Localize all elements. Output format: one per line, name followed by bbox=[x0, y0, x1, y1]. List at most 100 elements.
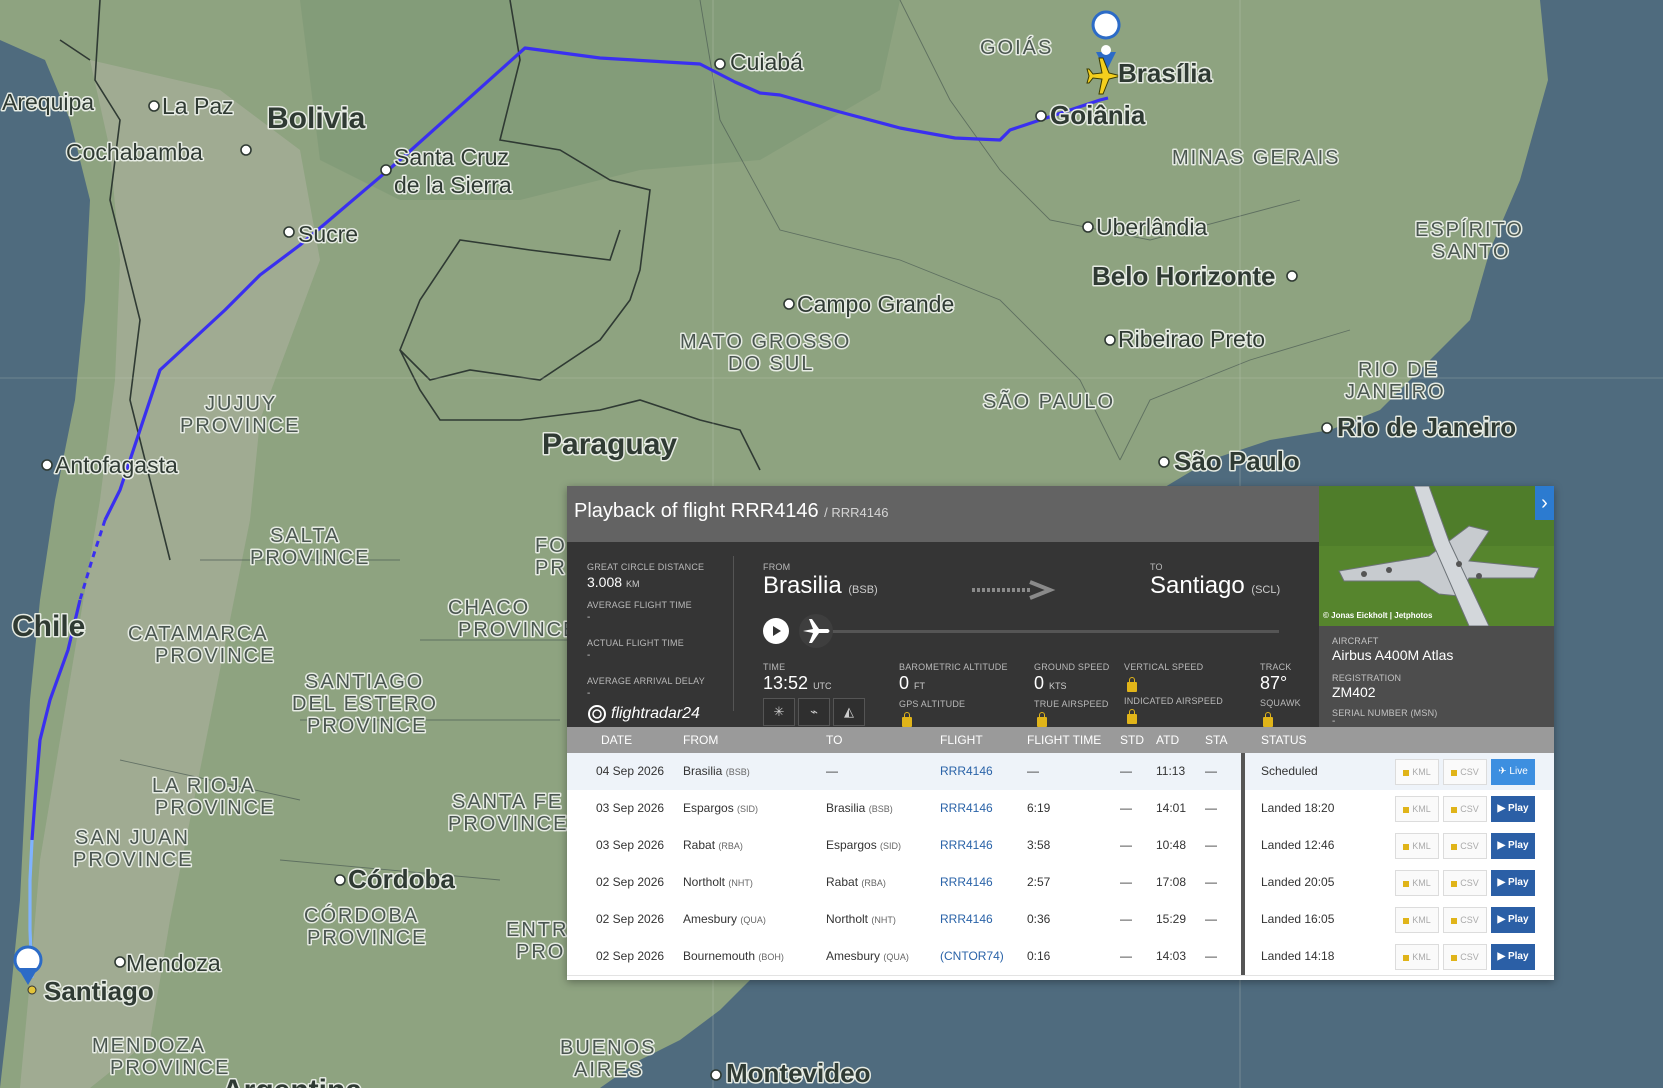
play-flight-button[interactable]: ▶ Play bbox=[1491, 944, 1535, 970]
table-row[interactable]: 02 Sep 2026 Amesbury (QUA) Northolt (NHT) R… bbox=[567, 901, 1554, 939]
cell-status: Landed 18:20 bbox=[1261, 801, 1335, 815]
playback-slider[interactable] bbox=[803, 630, 1279, 633]
cell-flight[interactable]: RRR4146 bbox=[940, 875, 993, 889]
cell-flight[interactable]: RRR4146 bbox=[940, 838, 993, 852]
gcd-value: 3.008 KM bbox=[587, 574, 640, 590]
status-divider bbox=[1241, 790, 1245, 827]
aircraft-photo[interactable]: © Jonas Eickholt | Jetphotos bbox=[1319, 486, 1554, 626]
csv-download-button[interactable]: CSV bbox=[1443, 796, 1487, 822]
track-label: TRACK bbox=[1260, 662, 1292, 672]
graph-button[interactable]: ◭ bbox=[833, 698, 865, 726]
col-flight-time: FLIGHT TIME bbox=[1027, 733, 1102, 747]
col-status: STATUS bbox=[1261, 733, 1307, 747]
lock-icon bbox=[1451, 769, 1458, 776]
label-region: PR bbox=[535, 557, 567, 579]
play-flight-button[interactable]: ▶ Play bbox=[1491, 796, 1535, 822]
collapse-panel-button[interactable]: › bbox=[1535, 486, 1554, 520]
from-label: FROM bbox=[763, 562, 791, 572]
cell-std: — bbox=[1120, 764, 1132, 778]
cell-flight-time: 2:57 bbox=[1027, 875, 1051, 889]
play-icon: ▶ bbox=[1497, 951, 1508, 962]
cell-flight[interactable]: RRR4146 bbox=[940, 764, 993, 778]
cell-to: Amesbury (QUA) bbox=[826, 949, 909, 963]
cell-status: Landed 12:46 bbox=[1261, 838, 1335, 852]
cell-from: Bournemouth (BOH) bbox=[683, 949, 784, 963]
label-region: PROVINCE bbox=[307, 715, 427, 737]
table-row[interactable]: 03 Sep 2026 Espargos (SID) Brasilia (BSB) R… bbox=[567, 790, 1554, 828]
aft-label: AVERAGE FLIGHT TIME bbox=[587, 600, 692, 610]
cell-flight[interactable]: (CNTOR74) bbox=[940, 949, 1004, 963]
label-region: ESPÍRITO bbox=[1415, 218, 1524, 241]
registration-value: ZM402 bbox=[1332, 684, 1376, 700]
cell-flight[interactable]: RRR4146 bbox=[940, 912, 993, 926]
csv-download-button[interactable]: CSV bbox=[1443, 870, 1487, 896]
cell-from: Northolt (NHT) bbox=[683, 875, 753, 889]
table-row[interactable]: 02 Sep 2026 Northolt (NHT) Rabat (RBA) RRR4… bbox=[567, 864, 1554, 902]
kml-download-button[interactable]: KML bbox=[1395, 870, 1439, 896]
table-row[interactable]: 04 Sep 2026 Brasilia (BSB) — RRR4146 — — 11:1… bbox=[567, 753, 1554, 791]
lock-icon bbox=[1037, 712, 1047, 727]
kml-download-button[interactable]: KML bbox=[1395, 759, 1439, 785]
kml-download-button[interactable]: KML bbox=[1395, 833, 1439, 859]
play-icon: ▶ bbox=[1497, 803, 1508, 814]
play-flight-button[interactable]: ▶ Play bbox=[1491, 833, 1535, 859]
label-city: La Paz bbox=[162, 93, 234, 119]
squawk-label: SQUAWK bbox=[1260, 698, 1301, 708]
cell-date: 03 Sep 2026 bbox=[596, 801, 665, 815]
label-country: Bolivia bbox=[267, 102, 366, 135]
label-city: Rio de Janeiro bbox=[1337, 412, 1516, 442]
table-row[interactable]: 02 Sep 2026 Bournemouth (BOH) Amesbury (QU… bbox=[567, 938, 1554, 976]
label-city: Santiago bbox=[44, 976, 154, 1006]
label-region: BUENOS bbox=[560, 1037, 656, 1059]
label-region: PROVINCE bbox=[155, 797, 275, 819]
slider-handle[interactable] bbox=[799, 614, 833, 648]
label-city: Arequipa bbox=[2, 89, 94, 115]
label-city: Belo Horizonte bbox=[1092, 261, 1275, 291]
play-icon: ▶ bbox=[1497, 877, 1508, 888]
play-flight-button[interactable]: ▶ Play bbox=[1491, 907, 1535, 933]
play-button[interactable] bbox=[763, 618, 789, 644]
label-region: PROVINCE bbox=[110, 1057, 230, 1079]
cell-to: Rabat (RBA) bbox=[826, 875, 886, 889]
collapse-button[interactable]: ✳ bbox=[763, 698, 795, 726]
csv-download-button[interactable]: CSV bbox=[1443, 759, 1487, 785]
play-flight-button[interactable]: ▶ Play bbox=[1491, 870, 1535, 896]
cell-flight[interactable]: RRR4146 bbox=[940, 801, 993, 815]
cell-to: Northolt (NHT) bbox=[826, 912, 896, 926]
label-region: RIO DE bbox=[1358, 359, 1439, 381]
label-city: Goiânia bbox=[1050, 100, 1146, 130]
csv-download-button[interactable]: CSV bbox=[1443, 833, 1487, 859]
kml-download-button[interactable]: KML bbox=[1395, 907, 1439, 933]
label-region: SANTIAGO bbox=[305, 671, 424, 693]
act-value: - bbox=[587, 650, 591, 661]
kml-download-button[interactable]: KML bbox=[1395, 944, 1439, 970]
lock-icon bbox=[1451, 954, 1458, 961]
cell-from: Amesbury (QUA) bbox=[683, 912, 766, 926]
csv-download-button[interactable]: CSV bbox=[1443, 944, 1487, 970]
route-button[interactable]: ⌁ bbox=[798, 698, 830, 726]
route-arrow-icon bbox=[972, 580, 1056, 600]
label-country: Paraguay bbox=[542, 428, 677, 461]
csv-download-button[interactable]: CSV bbox=[1443, 907, 1487, 933]
baro-value: 0 FT bbox=[899, 673, 926, 693]
cell-std: — bbox=[1120, 801, 1132, 815]
baro-label: BAROMETRIC ALTITUDE bbox=[899, 662, 1008, 672]
table-row[interactable]: 03 Sep 2026 Rabat (RBA) Espargos (SID) RRR4… bbox=[567, 827, 1554, 865]
label-region: PRO bbox=[516, 941, 565, 963]
flightradar24-logo[interactable]: flightradar24 bbox=[587, 703, 700, 725]
gcd-label: GREAT CIRCLE DISTANCE bbox=[587, 562, 705, 572]
act-label: ACTUAL FLIGHT TIME bbox=[587, 638, 684, 648]
cell-to: Brasilia (BSB) bbox=[826, 801, 893, 815]
lock-icon bbox=[1451, 917, 1458, 924]
cell-atd: 14:01 bbox=[1156, 801, 1187, 815]
panel-title: Playback of flight RRR4146 / RRR4146 bbox=[574, 500, 888, 523]
aircraft-info: AIRCRAFT Airbus A400M Atlas REGISTRATION… bbox=[1319, 626, 1554, 727]
play-icon bbox=[773, 626, 781, 636]
label-city: Mendoza bbox=[126, 950, 221, 976]
col-date: DATE bbox=[601, 733, 633, 747]
cell-sta: — bbox=[1205, 801, 1217, 815]
live-button[interactable]: ✈ Live bbox=[1491, 759, 1535, 785]
label-region: SANTA FE bbox=[452, 791, 563, 813]
kml-download-button[interactable]: KML bbox=[1395, 796, 1439, 822]
label-region: PROVINCE bbox=[180, 415, 300, 437]
